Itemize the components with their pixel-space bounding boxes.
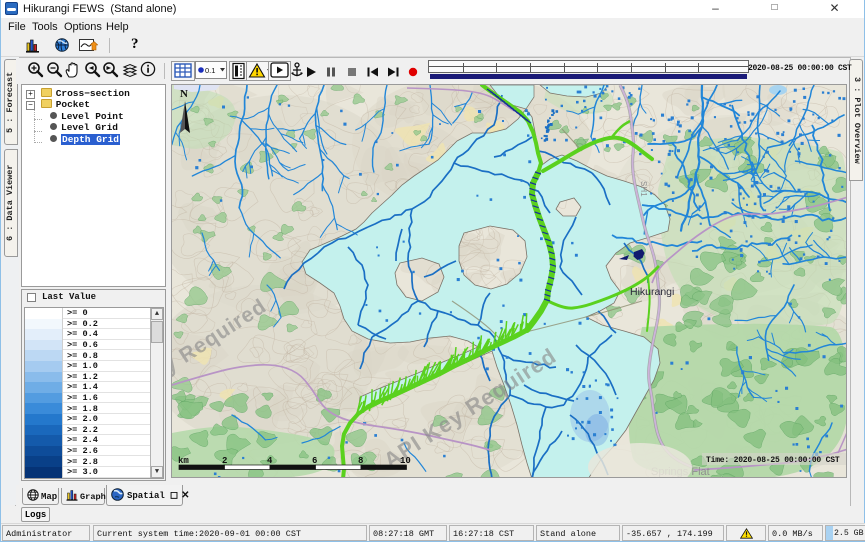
svg-text:10: 10	[400, 456, 411, 466]
svg-text:6: 6	[312, 456, 317, 466]
svg-text:N: N	[180, 88, 188, 100]
svg-text:km: km	[178, 456, 189, 466]
svg-text:0.1: 0.1	[205, 66, 215, 75]
svg-text:8: 8	[358, 456, 363, 466]
svg-text:4: 4	[267, 456, 273, 466]
svg-text:2: 2	[222, 456, 227, 466]
svg-text:SH1: SH1	[639, 181, 648, 197]
svg-text:Hikurangi: Hikurangi	[630, 286, 674, 298]
svg-text:Time: 2020-08-25 00:00:00 CST: Time: 2020-08-25 00:00:00 CST	[706, 456, 840, 465]
